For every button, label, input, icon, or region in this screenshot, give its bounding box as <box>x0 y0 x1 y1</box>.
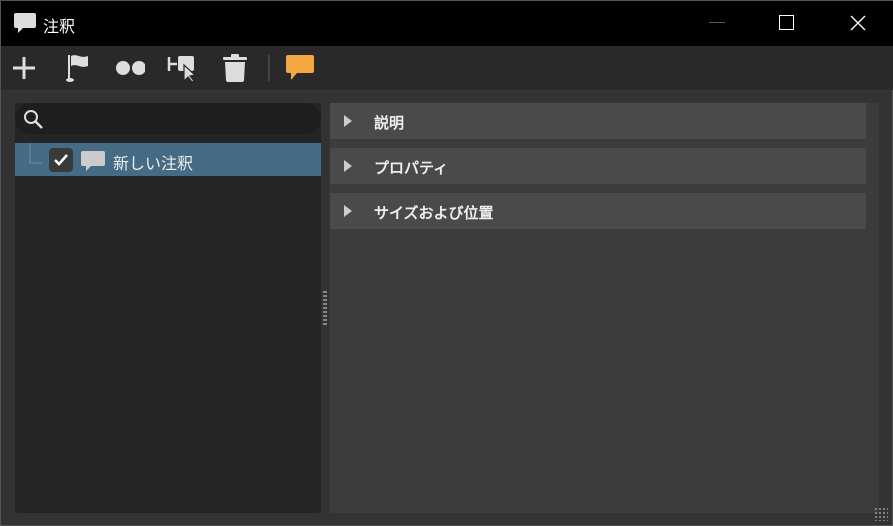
check-icon <box>54 154 68 166</box>
minimize-button[interactable] <box>697 9 737 37</box>
section-size-position[interactable]: サイズおよび位置 <box>330 193 866 229</box>
expand-icon <box>344 115 352 127</box>
select-tool-button[interactable] <box>167 53 197 83</box>
trash-icon <box>223 54 247 82</box>
select-tool-icon <box>167 56 197 83</box>
panel-splitter[interactable] <box>323 291 327 327</box>
expand-icon <box>344 205 352 217</box>
section-properties[interactable]: プロパティ <box>330 148 866 184</box>
delete-button[interactable] <box>220 53 250 83</box>
search-input[interactable] <box>15 103 321 134</box>
glasses-icon <box>116 61 145 75</box>
comment-icon <box>13 12 37 38</box>
tree-item-label: 新しい注釈 <box>113 154 194 173</box>
section-description[interactable]: 説明 <box>330 103 866 139</box>
toolbar-divider <box>268 55 270 81</box>
section-label: 説明 <box>374 114 405 132</box>
title-bar: 注釈 <box>1 1 893 46</box>
add-button[interactable] <box>9 53 39 83</box>
section-label: プロパティ <box>374 159 449 177</box>
maximize-button[interactable] <box>767 9 807 37</box>
minimize-icon <box>709 22 725 23</box>
section-label: サイズおよび位置 <box>374 204 494 222</box>
window-title: 注釈 <box>43 17 76 36</box>
close-button[interactable] <box>838 9 878 37</box>
toolbar <box>1 46 893 90</box>
flag-button[interactable] <box>63 53 93 83</box>
tree-line <box>29 143 42 164</box>
flag-icon <box>66 55 88 82</box>
resize-grip[interactable] <box>874 507 888 521</box>
view-button[interactable] <box>115 53 145 83</box>
close-icon <box>850 15 866 31</box>
visibility-checkbox[interactable] <box>49 148 73 172</box>
tree-item[interactable]: 新しい注釈 <box>15 143 321 176</box>
properties-panel: 説明 プロパティ サイズおよび位置 <box>330 103 879 513</box>
maximize-icon <box>779 15 794 30</box>
expand-icon <box>344 160 352 172</box>
add-icon <box>13 57 35 79</box>
annotation-comment-icon <box>286 55 314 80</box>
annotation-tree-panel: 新しい注釈 <box>15 103 321 513</box>
comment-icon <box>81 151 105 171</box>
annotation-button[interactable] <box>285 53 315 83</box>
